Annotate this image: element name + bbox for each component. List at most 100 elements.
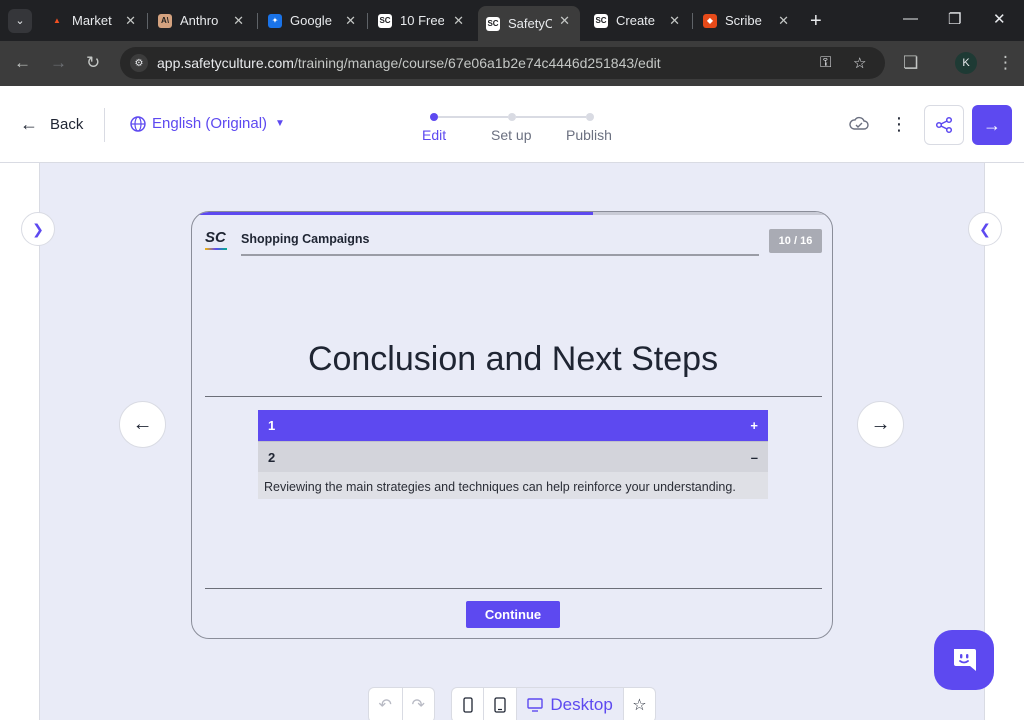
minus-icon[interactable]: – — [751, 450, 758, 465]
header-divider — [104, 108, 105, 142]
step-setup[interactable]: Set up — [491, 127, 531, 143]
browser-tab-5-active[interactable]: SC SafetyC ✕ — [478, 6, 580, 41]
arrow-right-icon: → — [983, 114, 1001, 135]
step-dot-edit — [430, 113, 438, 121]
browser-tab-1[interactable]: ▲ Market ✕ — [42, 6, 146, 35]
tablet-view-button[interactable] — [484, 688, 516, 720]
desktop-monitor-icon — [527, 698, 544, 712]
close-icon[interactable]: ✕ — [125, 13, 136, 29]
bookmark-star-icon[interactable]: ☆ — [853, 54, 866, 72]
browser-back-icon[interactable]: ← — [14, 53, 31, 73]
extensions-icon[interactable]: ❏ — [903, 53, 918, 73]
close-icon[interactable]: ✕ — [345, 13, 356, 29]
next-step-button[interactable]: → — [972, 105, 1012, 145]
divider-bottom — [205, 588, 822, 589]
mobile-view-button[interactable] — [452, 688, 483, 720]
arrow-left-icon: ← — [132, 413, 153, 435]
arrow-left-icon: ← — [20, 114, 38, 134]
language-label: English (Original) — [152, 115, 268, 132]
tab-title: Create — [616, 13, 656, 28]
url-text[interactable]: app.safetyculture.com/training/manage/co… — [157, 55, 661, 71]
back-button[interactable]: ← Back — [20, 114, 83, 135]
tab-title: Anthro — [180, 13, 219, 28]
undo-button[interactable]: ↶ — [369, 688, 402, 720]
browser-tab-2[interactable]: A\ Anthro ✕ — [150, 6, 254, 35]
step-connector — [516, 116, 586, 118]
browser-tab-strip: ⌄ ▲ Market ✕ A\ Anthro ✕ ✦ Google ✕ SC 1… — [0, 0, 1024, 41]
new-tab-icon[interactable]: + — [810, 10, 822, 33]
next-slide-button[interactable]: → — [857, 401, 904, 448]
favorite-button[interactable]: ☆ — [624, 688, 655, 720]
url-host: app.safetyculture.com — [157, 55, 294, 71]
step-connector — [438, 116, 508, 118]
slide-progress-fill — [192, 212, 594, 215]
maximize-icon[interactable]: ❐ — [948, 10, 961, 28]
redo-icon: ↷ — [411, 697, 425, 714]
tab-title: Scribe — [725, 13, 762, 28]
browser-tab-7[interactable]: ◆ Scribe ✕ — [695, 6, 799, 35]
desktop-view-button[interactable]: Desktop — [517, 688, 623, 720]
more-options-icon[interactable]: ⋮ — [890, 114, 908, 135]
divider-top — [205, 396, 822, 397]
chevron-left-icon: ❮ — [979, 220, 991, 237]
app-header: ← Back English (Original) ▼ Edit Set up … — [0, 86, 1024, 163]
step-dot-setup — [508, 113, 516, 121]
step-publish[interactable]: Publish — [566, 127, 612, 143]
window-close-icon[interactable]: ✕ — [993, 10, 1006, 28]
mobile-phone-icon — [462, 697, 473, 713]
accordion-item-2[interactable]: 2 – — [258, 441, 768, 472]
reload-icon[interactable]: ↻ — [86, 53, 100, 73]
browser-tab-4[interactable]: SC 10 Free ✕ — [370, 6, 474, 35]
close-icon[interactable]: ✕ — [453, 13, 464, 29]
device-preview-toolbar: Desktop ☆ — [451, 687, 656, 720]
chat-support-button[interactable] — [934, 630, 994, 690]
slide-progress-bar — [192, 212, 832, 215]
step-dot-publish — [586, 113, 594, 121]
market-favicon-icon: ▲ — [53, 16, 61, 25]
desktop-view-label: Desktop — [550, 695, 613, 714]
continue-button[interactable]: Continue — [466, 601, 560, 628]
close-icon[interactable]: ✕ — [669, 13, 680, 29]
history-toolbar: ↶ ↷ — [368, 687, 435, 720]
tab-title: SafetyC — [508, 16, 552, 31]
address-bar[interactable]: ⚙ app.safetyculture.com/training/manage/… — [120, 47, 885, 79]
slide-card: SC Shopping Campaigns 10 / 16 Conclusion… — [191, 211, 833, 639]
close-icon[interactable]: ✕ — [778, 13, 789, 29]
browser-tab-6[interactable]: SC Create ✕ — [586, 6, 690, 35]
close-icon[interactable]: ✕ — [559, 13, 570, 29]
tab-divider — [147, 13, 148, 29]
minimize-icon[interactable]: — — [903, 10, 918, 27]
stepper: Edit Set up Publish — [414, 112, 624, 143]
browser-menu-icon[interactable]: ⋮ — [997, 53, 1014, 73]
step-edit[interactable]: Edit — [422, 127, 446, 143]
tab-search-button[interactable]: ⌄ — [8, 8, 32, 33]
undo-icon: ↶ — [378, 697, 392, 714]
accordion-item-label: 1 — [268, 418, 276, 433]
plus-icon[interactable]: + — [750, 418, 758, 433]
expand-right-panel-button[interactable]: ❮ — [968, 212, 1002, 246]
accordion-item-1[interactable]: 1 + — [258, 410, 768, 441]
slide-title[interactable]: Conclusion and Next Steps — [192, 340, 832, 379]
share-icon — [935, 116, 953, 134]
cloud-saved-icon — [849, 116, 869, 130]
browser-tab-3[interactable]: ✦ Google ✕ — [260, 6, 366, 35]
course-title: Shopping Campaigns — [241, 232, 370, 246]
profile-avatar[interactable]: K — [955, 52, 977, 74]
safetyculture-favicon-icon: SC — [378, 13, 392, 28]
language-selector[interactable]: English (Original) ▼ — [130, 115, 285, 132]
expand-left-panel-button[interactable]: ❯ — [21, 212, 55, 246]
logo-underline — [205, 248, 227, 250]
globe-icon — [130, 115, 146, 132]
tab-title: Market — [72, 13, 112, 28]
site-info-icon[interactable]: ⚙ — [130, 54, 148, 72]
page-indicator-badge: 10 / 16 — [769, 229, 822, 253]
close-icon[interactable]: ✕ — [233, 13, 244, 29]
previous-slide-button[interactable]: ← — [119, 401, 166, 448]
share-button[interactable] — [924, 105, 964, 145]
browser-forward-icon[interactable]: → — [50, 53, 67, 73]
url-path: /training/manage/course/67e06a1b2e74c444… — [293, 55, 661, 71]
logo-text: SC — [205, 229, 226, 246]
redo-button[interactable]: ↷ — [402, 688, 434, 720]
star-icon: ☆ — [632, 697, 647, 714]
password-key-icon[interactable]: ⚿ — [820, 54, 831, 71]
